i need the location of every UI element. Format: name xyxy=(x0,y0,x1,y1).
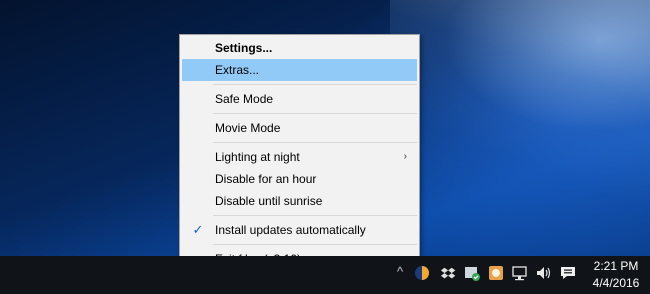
volume-icon[interactable] xyxy=(536,265,552,281)
menu-item-label: Lighting at night xyxy=(215,150,300,164)
menu-item-label: Install updates automatically xyxy=(215,223,366,237)
app-icon[interactable] xyxy=(488,265,504,281)
show-hidden-icons-chevron-icon[interactable]: ^ xyxy=(392,264,408,280)
clock-date: 4/4/2016 xyxy=(592,276,640,290)
clock-time: 2:21 PM xyxy=(593,259,639,273)
menu-item-disable-hour[interactable]: Disable for an hour xyxy=(182,168,417,190)
menu-item-safe-mode[interactable]: Safe Mode xyxy=(182,88,417,110)
chevron-right-icon: › xyxy=(403,151,407,162)
menu-separator xyxy=(213,244,417,245)
menu-separator xyxy=(213,215,417,216)
wallpaper-light xyxy=(390,0,650,256)
menu-item-movie-mode[interactable]: Movie Mode xyxy=(182,117,417,139)
flux-icon[interactable] xyxy=(414,265,430,281)
dropbox-icon[interactable] xyxy=(440,265,456,281)
menu-item-settings[interactable]: Settings... xyxy=(182,37,417,59)
notifications-icon[interactable] xyxy=(560,265,576,281)
menu-item-label: Extras... xyxy=(215,63,260,77)
menu-item-label: Settings... xyxy=(215,41,273,55)
network-icon[interactable] xyxy=(512,265,528,281)
taskbar xyxy=(0,256,650,294)
menu-separator xyxy=(213,142,417,143)
flux-context-menu: Settings... Extras... Safe Mode Movie Mo… xyxy=(179,34,420,274)
menu-item-disable-sunrise[interactable]: Disable until sunrise xyxy=(182,190,417,212)
security-icon[interactable] xyxy=(464,265,480,281)
menu-item-label: Movie Mode xyxy=(215,121,281,135)
taskbar-clock[interactable]: 2:21 PM 4/4/2016 xyxy=(585,258,647,292)
menu-item-lighting-at-night[interactable]: Lighting at night › xyxy=(182,146,417,168)
checkmark-icon: ✓ xyxy=(192,222,204,237)
menu-item-label: Disable until sunrise xyxy=(215,194,323,208)
menu-item-extras[interactable]: Extras... xyxy=(182,59,417,81)
menu-item-label: Disable for an hour xyxy=(215,172,317,186)
menu-separator xyxy=(213,113,417,114)
menu-item-label: Safe Mode xyxy=(215,92,274,106)
menu-item-install-updates[interactable]: ✓ Install updates automatically xyxy=(182,219,417,241)
menu-separator xyxy=(213,84,417,85)
